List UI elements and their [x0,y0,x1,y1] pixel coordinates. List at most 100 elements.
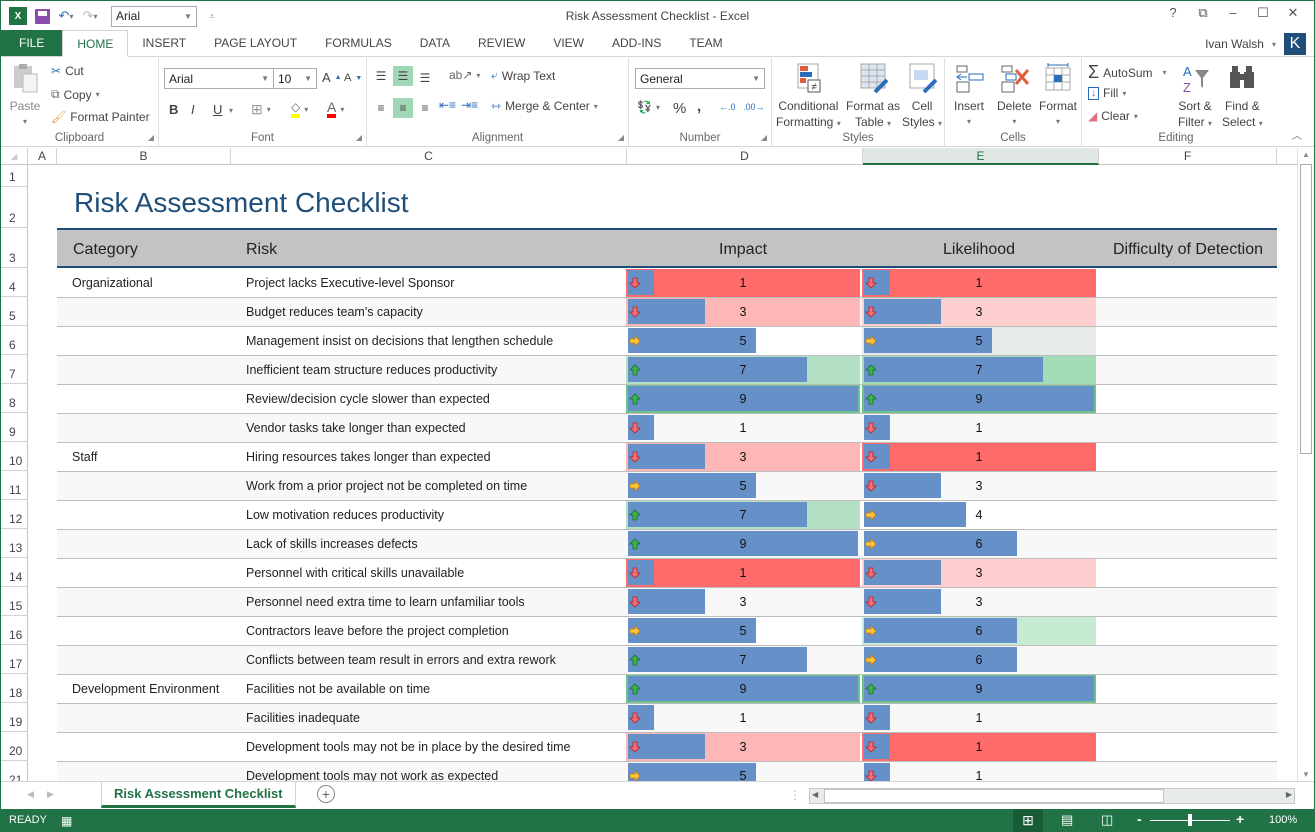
row-header-21[interactable]: 21 [1,761,27,781]
help-button[interactable]: ? [1158,5,1188,21]
horizontal-scrollbar[interactable]: ◀ ▶ [809,788,1295,804]
tab-formulas[interactable]: FORMULAS [311,30,406,56]
accounting-format-button[interactable]: 💱 ▾ [637,100,660,114]
likelihood-cell[interactable]: 1 [862,414,1096,442]
impact-cell[interactable]: 7 [626,646,860,674]
underline-button[interactable]: U [213,102,222,117]
row-header-4[interactable]: 4 [1,268,27,297]
difficulty-cell[interactable] [1098,327,1277,355]
font-color-button[interactable]: A ▾ [327,100,344,118]
zoom-in-button[interactable]: + [1236,811,1244,827]
row-header-10[interactable]: 10 [1,442,27,471]
impact-cell[interactable]: 9 [626,530,860,558]
difficulty-cell[interactable] [1098,356,1277,384]
likelihood-cell[interactable]: 9 [862,675,1096,703]
difficulty-cell[interactable] [1098,530,1277,558]
font-size-select[interactable]: 10 ▼ [273,68,317,89]
risk-cell[interactable]: Facilities inadequate [246,711,360,725]
increase-indent-button[interactable]: ⇥≡ [461,98,478,112]
likelihood-cell[interactable]: 9 [862,385,1096,413]
header-likelihood[interactable]: Likelihood [943,241,1015,259]
scroll-right-icon[interactable]: ▶ [1286,790,1292,799]
difficulty-cell[interactable] [1098,269,1277,297]
risk-cell[interactable]: Vendor tasks take longer than expected [246,421,466,435]
column-header-c[interactable]: C [231,148,627,165]
decrease-font-size-button[interactable]: A ▼ [344,72,362,84]
increase-font-size-button[interactable]: A ▲ [322,70,342,85]
risk-cell[interactable]: Conflicts between team result in errors … [246,653,556,667]
row-header-1[interactable]: 1 [1,165,27,187]
row-header-9[interactable]: 9 [1,413,27,442]
undo-dropdown-icon[interactable]: ▾ [69,12,73,21]
column-header-a[interactable]: A [28,148,57,165]
impact-cell[interactable]: 1 [626,704,860,732]
risk-cell[interactable]: Contractors leave before the project com… [246,624,509,638]
likelihood-cell[interactable]: 1 [862,704,1096,732]
risk-cell[interactable]: Budget reduces team's capacity [246,305,423,319]
tab-review[interactable]: REVIEW [464,30,539,56]
qat-font-selector[interactable]: Arial ▼ [111,5,197,27]
tab-insert[interactable]: INSERT [128,30,200,56]
likelihood-cell[interactable]: 3 [862,588,1096,616]
sheet-tab-risk-assessment-checklist[interactable]: Risk Assessment Checklist [101,782,296,808]
zoom-out-button[interactable]: - [1137,811,1142,827]
header-category[interactable]: Category [73,241,138,259]
likelihood-cell[interactable]: 1 [862,443,1096,471]
bold-button[interactable]: B [169,102,178,117]
prev-sheet-icon[interactable]: ◀ [27,789,34,800]
undo-button[interactable]: ↶ ▾ [57,7,75,25]
row-header-6[interactable]: 6 [1,326,27,355]
macro-recording-icon[interactable]: ▦ [61,814,72,828]
cell-styles-button[interactable]: Cell Styles ▾ [902,62,942,132]
difficulty-cell[interactable] [1098,762,1277,781]
conditional-formatting-button[interactable]: ≠ Conditional Formatting ▾ [776,62,841,132]
likelihood-cell[interactable]: 7 [862,356,1096,384]
likelihood-cell[interactable]: 6 [862,530,1096,558]
row-header-2[interactable]: 2 [1,187,27,228]
percent-style-button[interactable]: % [673,100,686,117]
close-button[interactable]: ✕ [1278,5,1308,21]
impact-cell[interactable]: 9 [626,385,860,413]
category-cell[interactable]: Staff [72,450,97,464]
horizontal-scroll-thumb[interactable] [824,789,1164,803]
header-difficulty-of-detection[interactable]: Difficulty of Detection [1113,241,1263,259]
select-all-button[interactable]: ◢ [1,148,28,165]
likelihood-cell[interactable]: 6 [862,646,1096,674]
vertical-scroll-thumb[interactable] [1300,164,1312,454]
paste-button[interactable]: Paste ▾ [9,62,41,130]
tab-view[interactable]: VIEW [539,30,598,56]
difficulty-cell[interactable] [1098,704,1277,732]
row-header-7[interactable]: 7 [1,355,27,384]
sort-filter-button[interactable]: AZ Sort & Filter ▾ [1178,62,1212,132]
likelihood-cell[interactable]: 1 [862,762,1096,781]
likelihood-cell[interactable]: 1 [862,269,1096,297]
fill-button[interactable]: ↓ Fill ▾ [1088,86,1126,100]
difficulty-cell[interactable] [1098,559,1277,587]
difficulty-cell[interactable] [1098,298,1277,326]
save-button[interactable] [33,7,51,25]
impact-cell[interactable]: 1 [626,414,860,442]
next-sheet-icon[interactable]: ▶ [47,789,54,800]
row-header-19[interactable]: 19 [1,703,27,732]
ribbon-display-options-button[interactable]: ⧉ [1188,5,1218,21]
delete-cells-button[interactable]: Delete ▾ [997,62,1032,130]
zoom-slider-thumb[interactable] [1188,814,1192,826]
orientation-button[interactable]: ab↗ ▾ [449,68,480,82]
row-header-18[interactable]: 18 [1,674,27,703]
difficulty-cell[interactable] [1098,617,1277,645]
tab-team[interactable]: TEAM [675,30,736,56]
increase-decimal-button[interactable]: ←.0 [719,102,736,112]
align-right-button[interactable]: ≡ [415,98,435,118]
likelihood-cell[interactable]: 1 [862,733,1096,761]
borders-button[interactable]: ⊞ ▾ [251,101,271,118]
redo-dropdown-icon[interactable]: ▾ [93,12,97,21]
column-header-b[interactable]: B [57,148,231,165]
difficulty-cell[interactable] [1098,501,1277,529]
format-as-table-button[interactable]: Format as Table ▾ [846,62,900,132]
minimize-button[interactable]: – [1218,5,1248,21]
user-account[interactable]: Ivan Walsh ▾ K [1205,33,1306,55]
difficulty-cell[interactable] [1098,733,1277,761]
zoom-level[interactable]: 100% [1269,814,1297,826]
format-painter-button[interactable]: 🖌 Format Painter [51,110,150,124]
likelihood-cell[interactable]: 4 [862,501,1096,529]
